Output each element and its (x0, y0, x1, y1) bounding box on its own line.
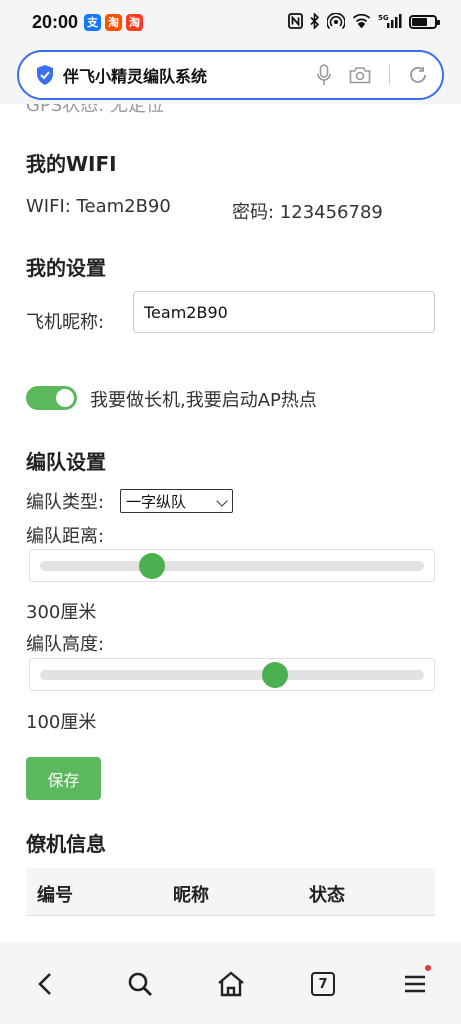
camera-icon[interactable] (349, 66, 371, 84)
svg-text:5G: 5G (378, 14, 389, 22)
page-title: 伴飞小精灵编队系统 (63, 67, 208, 86)
formation-type-select[interactable]: 一字纵队 (120, 489, 233, 513)
shield-icon (37, 65, 53, 85)
notification-dot (425, 965, 431, 971)
alipay-icon: 支 (84, 13, 102, 31)
address-bar[interactable]: 伴飞小精灵编队系统 (17, 50, 444, 100)
distance-value-text: 300厘米 (26, 602, 97, 623)
microphone-icon[interactable] (317, 64, 331, 86)
nickname-label: 飞机昵称: (26, 312, 105, 333)
slider-track (40, 561, 424, 571)
reload-icon[interactable] (408, 65, 428, 85)
slider-thumb[interactable] (138, 553, 165, 579)
save-button[interactable]: 保存 (26, 757, 101, 800)
formation-heading: 编队设置 (26, 450, 106, 474)
tab-count-badge: 7 (311, 972, 335, 996)
home-button[interactable] (211, 964, 251, 1004)
menu-button[interactable] (395, 964, 435, 1004)
hotspot-icon (326, 12, 346, 32)
nfc-icon (288, 12, 303, 32)
chevron-left-icon (38, 973, 51, 995)
formation-height-label: 编队高度: (26, 634, 105, 655)
status-bar: 20:00 支 淘 淘 5G (0, 0, 461, 44)
bottom-navigation: 7 (0, 942, 461, 1024)
tabs-button[interactable]: 7 (303, 964, 343, 1004)
distance-slider[interactable] (29, 549, 435, 582)
nickname-input[interactable]: Team2B90 (133, 291, 435, 333)
wifi-password-text: 密码: 123456789 (232, 202, 383, 223)
ap-toggle-label: 我要做长机,我要启动AP热点 (90, 390, 317, 411)
formation-type-selected: 一字纵队 (126, 492, 187, 511)
ap-toggle[interactable] (26, 386, 77, 410)
column-header-nickname: 昵称 (173, 885, 209, 906)
bluetooth-icon (310, 11, 320, 32)
search-button[interactable] (120, 964, 160, 1004)
home-icon (218, 971, 244, 997)
wingman-heading: 僚机信息 (26, 832, 106, 856)
wingman-table-header: 编号 昵称 状态 (26, 868, 435, 916)
taobao-icon: 淘 (105, 13, 123, 31)
slider-track (40, 670, 424, 680)
back-button[interactable] (25, 964, 65, 1004)
browser-toolbar: 伴飞小精灵编队系统 (0, 44, 461, 104)
signal-icon: 5G (378, 13, 402, 31)
search-icon (128, 972, 152, 996)
wifi-icon (352, 13, 371, 31)
toggle-knob (56, 389, 74, 407)
page-content: GPS状态: 无定位 我的WIFI WIFI: Team2B90 密码: 123… (0, 104, 461, 942)
menu-icon (405, 975, 425, 993)
formation-distance-label: 编队距离: (26, 526, 105, 547)
taobao-icon-2: 淘 (126, 13, 144, 31)
height-value-text: 100厘米 (26, 712, 97, 733)
status-time: 20:00 (32, 11, 79, 32)
column-header-status: 状态 (309, 885, 345, 906)
settings-heading: 我的设置 (26, 256, 106, 280)
battery-icon (409, 15, 440, 29)
wifi-heading: 我的WIFI (26, 152, 117, 176)
divider (389, 65, 390, 85)
status-icons: 5G (288, 11, 440, 32)
formation-type-label: 编队类型: (26, 492, 105, 513)
chevron-down-icon (216, 495, 228, 507)
gps-status-text: GPS状态: 无定位 (26, 104, 165, 116)
nickname-value: Team2B90 (144, 302, 228, 322)
slider-thumb[interactable] (262, 662, 289, 688)
column-header-id: 编号 (37, 885, 73, 906)
wifi-ssid-text: WIFI: Team2B90 (26, 196, 171, 217)
height-slider[interactable] (29, 658, 435, 691)
